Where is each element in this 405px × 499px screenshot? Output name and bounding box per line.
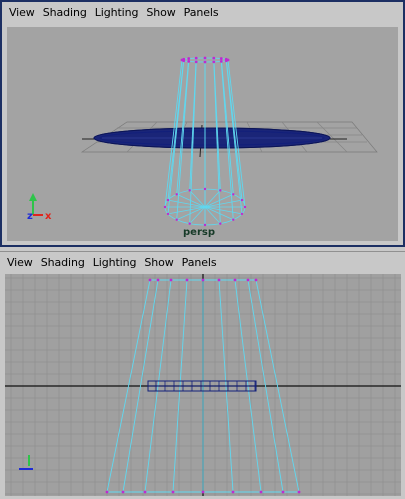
axis-gizmo-icon [19,455,33,470]
torus-wire [93,127,331,149]
axis-z-label: z [27,211,33,222]
front-viewport[interactable] [5,274,401,496]
disc-front-wire [147,380,257,392]
front-menubar: View Shading Lighting Show Panels [0,252,405,274]
vertex [194,60,198,64]
vertex [224,57,228,61]
vertex [175,193,178,196]
vertex [217,278,221,282]
menu-shading[interactable]: Shading [43,2,87,24]
vertex [212,56,216,60]
vertex [219,189,222,192]
menu-shading[interactable]: Shading [41,252,85,274]
axis-gizmo-icon: z x [27,193,52,222]
vertex [259,490,263,494]
vertex [169,278,173,282]
vertex [143,490,147,494]
vertex [166,212,170,216]
vertex [148,278,152,282]
vertex [246,278,250,282]
vertex [182,57,186,61]
vertex [203,187,207,191]
menu-panels[interactable]: Panels [182,252,217,274]
vertex [240,212,244,216]
vertex [188,222,191,225]
menu-lighting[interactable]: Lighting [93,252,137,274]
menu-lighting[interactable]: Lighting [95,2,139,24]
vertex [171,490,175,494]
menu-view[interactable]: View [9,2,35,24]
vertex [175,218,178,221]
menu-view[interactable]: View [7,252,33,274]
vertex [231,490,235,494]
vertex [166,198,170,202]
vertex [240,198,244,202]
vertex [219,60,223,63]
vertex [219,57,223,60]
vertex [233,278,237,282]
persp-viewport[interactable]: z x persp [7,27,398,241]
vertex [201,278,205,282]
vertex [281,490,285,494]
vertex [121,490,125,494]
vertex [254,278,258,282]
menu-show[interactable]: Show [146,2,175,24]
cap-spoke [204,206,234,221]
axis-x-label: x [45,211,52,222]
cap-spoke [176,206,206,221]
cylinder-edge [220,58,234,195]
vertex [232,218,235,221]
vertex [203,223,207,227]
vertex [232,193,235,196]
persp-scene: z x [27,56,378,227]
menu-panels[interactable]: Panels [184,2,219,24]
vertex [185,278,189,282]
front-scene [5,274,401,496]
vertex [243,205,247,209]
cylinder-edge [213,58,221,191]
vertex [156,278,160,282]
vertex [105,490,109,494]
vertex [297,490,301,494]
front-panel[interactable]: View Shading Lighting Show Panels [0,251,405,499]
persp-menubar: View Shading Lighting Show Panels [2,2,403,24]
menu-show[interactable]: Show [144,252,173,274]
vertex [194,56,198,60]
cylinder-edge [176,58,190,195]
camera-label: persp [183,227,215,238]
vertex [219,222,222,225]
vertex [187,57,191,60]
vertex [203,56,207,60]
vertex [163,205,167,209]
vertex [188,189,191,192]
cylinder-edge [189,58,197,191]
vertex [203,60,207,64]
persp-panel[interactable]: View Shading Lighting Show Panels z x pe… [0,0,405,247]
vertex [212,60,216,64]
vertex [201,490,205,494]
vertex [187,60,191,63]
